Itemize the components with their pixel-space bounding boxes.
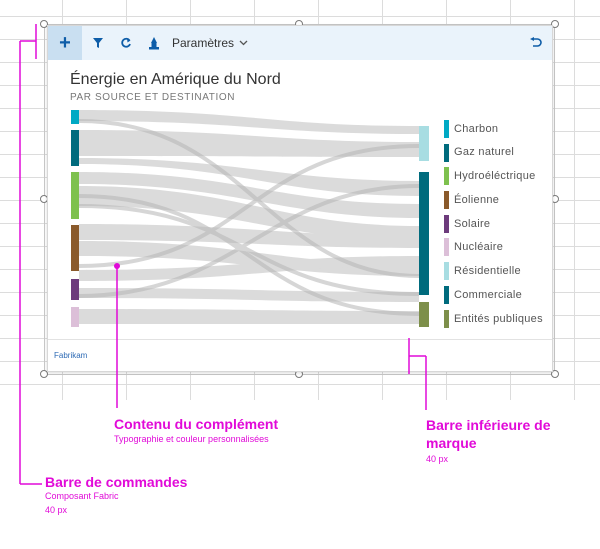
callout-bottom-subtitle: 40 px — [426, 454, 449, 464]
callout-bottom-title-2: marque — [426, 435, 477, 451]
callout-commands-title: Barre de commandes — [45, 474, 188, 490]
callout-bottom-title-1: Barre inférieure de — [426, 417, 551, 433]
callout-commands-subtitle-2: 40 px — [45, 505, 68, 515]
callout-content-title: Contenu du complément — [114, 416, 279, 432]
callout-content-subtitle: Typographie et couleur personnalisées — [114, 434, 269, 444]
annotation-lines — [19, 24, 427, 485]
callout-commands-subtitle-1: Composant Fabric — [45, 491, 119, 501]
